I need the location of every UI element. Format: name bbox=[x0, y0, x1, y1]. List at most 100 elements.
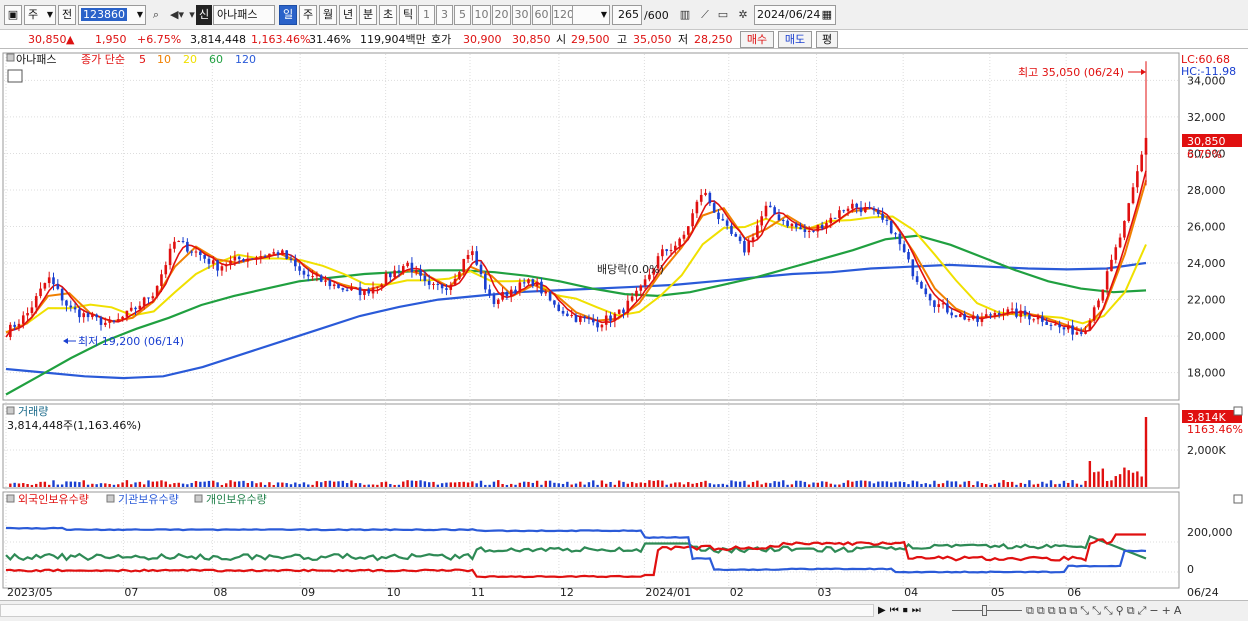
candle-body bbox=[220, 266, 224, 271]
candle-body bbox=[207, 258, 211, 264]
volume-bar bbox=[1006, 482, 1010, 487]
minute-option-1[interactable]: 3 bbox=[436, 5, 453, 25]
adjust-price-toggle[interactable]: 전 bbox=[58, 5, 76, 25]
candle-body bbox=[859, 207, 863, 213]
candle-body bbox=[1002, 313, 1005, 315]
volume-bar bbox=[1002, 480, 1005, 487]
volume-bar bbox=[410, 480, 414, 487]
candle-body bbox=[1140, 154, 1143, 172]
volume-bar bbox=[505, 484, 509, 487]
candle-body bbox=[82, 313, 86, 318]
volume-bar bbox=[475, 483, 478, 487]
x-tick: 2023/05 bbox=[7, 586, 53, 599]
candle-body bbox=[138, 305, 142, 310]
minute-option-0[interactable]: 1 bbox=[418, 5, 435, 25]
layout-icon[interactable]: ▣ bbox=[4, 5, 22, 25]
volume-bar bbox=[769, 483, 772, 487]
candle-body bbox=[263, 256, 267, 258]
playback-controls[interactable]: ▶⏮⏹⏭ bbox=[878, 603, 950, 619]
eval-button[interactable]: 평 bbox=[816, 31, 838, 48]
volume-bar bbox=[665, 484, 668, 487]
volume-bar bbox=[855, 480, 858, 487]
close-icon[interactable] bbox=[1233, 494, 1243, 504]
volume-bar bbox=[518, 482, 522, 487]
candle-body bbox=[725, 220, 729, 226]
minute-unit-select[interactable]: ▼ bbox=[572, 5, 610, 25]
volume-bar bbox=[643, 482, 647, 487]
minute-option-3[interactable]: 10 bbox=[472, 5, 491, 25]
buy-button[interactable]: 매수 bbox=[740, 31, 774, 48]
interval-1[interactable]: 주 bbox=[299, 5, 317, 25]
volume-bar bbox=[246, 482, 250, 487]
minute-option-2[interactable]: 5 bbox=[454, 5, 471, 25]
price-change-pct: +6.75% bbox=[137, 33, 182, 46]
volume-bar bbox=[587, 482, 591, 487]
minute-option-4[interactable]: 20 bbox=[492, 5, 511, 25]
zoom-slider-handle[interactable] bbox=[982, 605, 987, 616]
candle-body bbox=[108, 320, 111, 323]
volume-bar bbox=[656, 480, 660, 487]
candle-body bbox=[268, 253, 271, 257]
sell-button[interactable]: 매도 bbox=[778, 31, 812, 48]
candle-body bbox=[95, 314, 98, 318]
gear-icon[interactable]: ✲ bbox=[734, 6, 752, 24]
count-input[interactable]: 265 bbox=[612, 5, 642, 25]
line-chart-icon[interactable]: ⟋ bbox=[696, 6, 714, 24]
interval-4[interactable]: 분 bbox=[359, 5, 377, 25]
volume-bar bbox=[626, 483, 630, 487]
volume-bar bbox=[924, 483, 927, 487]
candle-body bbox=[406, 262, 409, 267]
volume-bar bbox=[859, 480, 863, 487]
price-change: 1,950 bbox=[95, 33, 127, 46]
volume-title: 거래량 bbox=[18, 405, 48, 418]
close-icon[interactable] bbox=[1233, 406, 1243, 416]
scroll-track[interactable] bbox=[0, 604, 874, 617]
candle-body bbox=[902, 244, 906, 253]
view-tool-icons[interactable]: ⧉⧉⧉⧉⧉⤡⤡⤡⚲⧉⤢−+A bbox=[1026, 603, 1246, 619]
volume-bar bbox=[557, 483, 560, 487]
volume-bar bbox=[959, 484, 962, 487]
interval-6[interactable]: 틱 bbox=[399, 5, 417, 25]
period-type-select[interactable]: 주 ▼ bbox=[24, 5, 56, 25]
candle-body bbox=[1058, 324, 1061, 328]
save-icon[interactable]: ▭ bbox=[714, 6, 732, 24]
interval-0[interactable]: 일 bbox=[279, 5, 297, 25]
candle-body bbox=[237, 256, 241, 260]
candle-body bbox=[30, 307, 34, 314]
interval-3[interactable]: 년 bbox=[339, 5, 357, 25]
volume-bar bbox=[687, 482, 690, 487]
volume-bar bbox=[397, 484, 401, 487]
calendar-icon[interactable] bbox=[7, 69, 23, 83]
volume-bar bbox=[1092, 472, 1096, 487]
volume-bar bbox=[898, 481, 902, 487]
volume-bar bbox=[263, 484, 267, 487]
candle-body bbox=[1114, 247, 1118, 260]
minute-option-7[interactable]: 120 bbox=[552, 5, 574, 25]
minute-option-6[interactable]: 60 bbox=[532, 5, 551, 25]
candle-body bbox=[794, 223, 798, 228]
candle-type-icon[interactable]: ▥ bbox=[676, 6, 694, 24]
candle-body bbox=[302, 270, 306, 275]
stock-name-field[interactable]: 아나패스 bbox=[213, 5, 275, 25]
zoom-slider[interactable] bbox=[952, 610, 1022, 611]
stock-code-input[interactable]: 123860 ▼ bbox=[78, 5, 146, 25]
volume-bar bbox=[1084, 480, 1087, 487]
volume-bar bbox=[216, 482, 219, 487]
candle-body bbox=[1101, 289, 1105, 301]
volume-bar bbox=[795, 480, 798, 487]
interval-5[interactable]: 초 bbox=[379, 5, 397, 25]
search-icon[interactable]: ⌕ bbox=[148, 6, 164, 24]
volume-bar bbox=[186, 484, 189, 487]
minute-option-5[interactable]: 30 bbox=[512, 5, 531, 25]
interval-2[interactable]: 월 bbox=[319, 5, 337, 25]
volume-bar bbox=[138, 481, 142, 487]
date-input[interactable]: 2024/06/24 ▦ bbox=[754, 5, 836, 25]
candle-body bbox=[622, 309, 625, 313]
candle-body bbox=[410, 262, 414, 273]
candle-body bbox=[39, 288, 42, 297]
candle-body bbox=[535, 281, 539, 286]
candle-body bbox=[125, 310, 129, 317]
candle-body bbox=[160, 274, 163, 286]
chart-area[interactable]: 34,000 32,000 30,000 28,000 26,000 24,000 22,0… bbox=[0, 50, 1248, 603]
volume-bar bbox=[579, 481, 582, 487]
